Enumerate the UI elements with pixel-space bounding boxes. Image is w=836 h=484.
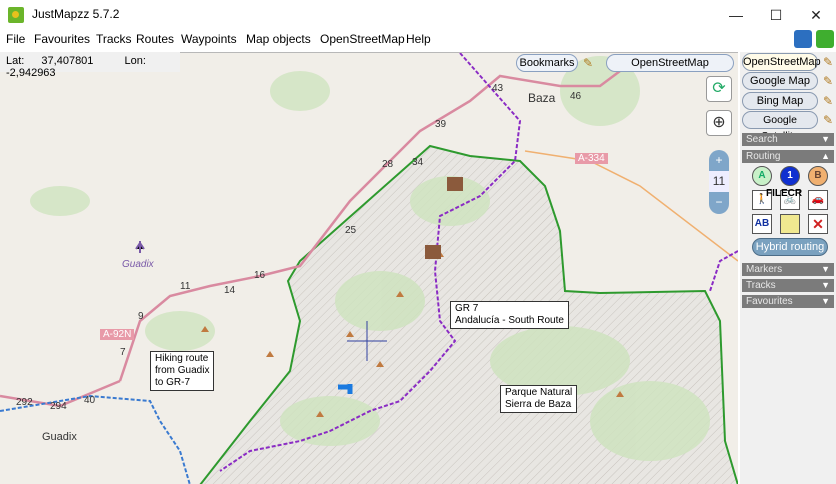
pencil-icon[interactable]: ✎ bbox=[820, 92, 836, 110]
minimize-button[interactable]: — bbox=[716, 4, 756, 26]
menu-map-objects[interactable]: Map objects bbox=[246, 32, 311, 46]
clear-route-icon[interactable]: ✕ bbox=[808, 214, 828, 234]
route-map-icon[interactable] bbox=[780, 214, 800, 234]
pencil-icon[interactable]: ✎ bbox=[820, 72, 836, 90]
road-number: 40 bbox=[84, 395, 96, 406]
callout-line: to GR-7 bbox=[155, 377, 191, 388]
edit-bookmarks-pencil-icon[interactable]: ✎ bbox=[580, 54, 596, 72]
route-start-a-icon[interactable]: A bbox=[752, 166, 772, 186]
pencil-icon[interactable]: ✎ bbox=[820, 53, 836, 71]
map-openstreetmap-button[interactable]: OpenStreetMap bbox=[742, 53, 821, 71]
callout-line: from Guadix bbox=[155, 365, 210, 376]
section-label: Tracks bbox=[746, 280, 776, 291]
close-button[interactable]: ✕ bbox=[796, 4, 836, 26]
chevron-up-icon: ▲ bbox=[821, 151, 830, 161]
map-view[interactable]: Baza Guadix Guadix A-334 A-92N 43 46 39 … bbox=[0, 52, 738, 484]
map-google-button[interactable]: Google Map bbox=[742, 72, 818, 90]
menu-tracks[interactable]: Tracks bbox=[96, 32, 132, 46]
reverse-route-icon[interactable]: AB bbox=[752, 214, 772, 234]
section-markers[interactable]: Markers ▼ bbox=[742, 263, 834, 276]
road-a92n: A-92N bbox=[100, 329, 135, 340]
road-number: 43 bbox=[492, 83, 504, 94]
menu-routes[interactable]: Routes bbox=[136, 32, 174, 46]
road-number: 16 bbox=[254, 270, 266, 281]
section-routing[interactable]: Routing ▲ bbox=[742, 150, 834, 163]
section-favourites[interactable]: Favourites ▼ bbox=[742, 295, 834, 308]
app-logo-icon bbox=[8, 7, 24, 23]
zoom-out-button[interactable]: − bbox=[709, 192, 729, 213]
section-label: Search bbox=[746, 134, 778, 145]
globe-search-icon[interactable]: ⊕ bbox=[706, 110, 732, 136]
place-guadix: Guadix bbox=[42, 431, 77, 443]
road-number: 39 bbox=[435, 119, 447, 130]
car-mode-icon[interactable]: 🚗 bbox=[808, 190, 828, 210]
lon-value: -2,942963 bbox=[6, 67, 56, 79]
callout-line: Andalucía - South Route bbox=[455, 315, 564, 326]
window-title: JustMapzz 5.7.2 bbox=[32, 7, 120, 21]
globe-sync-icon[interactable] bbox=[794, 30, 812, 48]
bookmarks-button[interactable]: Bookmarks bbox=[516, 54, 578, 72]
menu-file[interactable]: File bbox=[6, 32, 25, 46]
coordinate-readout: Lat: 37,407801 Lon: -2,942963 bbox=[0, 52, 180, 79]
zoom-in-button[interactable]: + bbox=[709, 150, 729, 171]
road-number: 25 bbox=[345, 225, 357, 236]
road-number: 14 bbox=[224, 285, 236, 296]
callout-hiking-route[interactable]: Hiking route from Guadix to GR-7 bbox=[150, 351, 215, 391]
callout-line: Parque Natural bbox=[505, 387, 573, 398]
title-bar: JustMapzz 5.7.2 — ☐ ✕ bbox=[0, 0, 836, 30]
menu-bar: File Favourites Tracks Routes Waypoints … bbox=[0, 30, 836, 50]
menu-openstreetmap[interactable]: OpenStreetMap bbox=[320, 32, 405, 46]
road-number: 294 bbox=[50, 401, 67, 412]
chevron-down-icon: ▼ bbox=[821, 264, 830, 274]
watermark: FILECR bbox=[766, 188, 803, 199]
hybrid-routing-button[interactable]: Hybrid routing bbox=[752, 238, 828, 256]
shelter-icon bbox=[447, 177, 463, 191]
menu-favourites[interactable]: Favourites bbox=[34, 32, 90, 46]
callout-line: Sierra de Baza bbox=[505, 399, 572, 410]
section-search[interactable]: Search ▼ bbox=[742, 133, 834, 146]
map-canvas bbox=[0, 53, 738, 484]
hiking-route bbox=[0, 394, 191, 484]
route-end-b-icon[interactable]: B bbox=[808, 166, 828, 186]
road-number: 292 bbox=[16, 397, 33, 408]
refresh-icon[interactable]: ⟳ bbox=[706, 76, 732, 102]
shelter-icon bbox=[425, 245, 441, 259]
maximize-button[interactable]: ☐ bbox=[756, 4, 796, 26]
airport-icon bbox=[135, 241, 145, 253]
callout-line: GR 7 bbox=[455, 303, 479, 314]
chevron-down-icon: ▼ bbox=[821, 280, 830, 290]
road-number: 11 bbox=[180, 281, 191, 292]
lat-value: 37,407801 bbox=[41, 55, 94, 67]
lat-label: Lat: bbox=[6, 55, 25, 67]
section-label: Routing bbox=[746, 151, 781, 162]
map-google-satellite-button[interactable]: Google Satellite bbox=[742, 111, 818, 142]
road-number: 28 bbox=[382, 159, 394, 170]
section-tracks[interactable]: Tracks ▼ bbox=[742, 279, 834, 292]
road-number: 9 bbox=[138, 311, 144, 322]
callout-line: Hiking route bbox=[155, 353, 209, 364]
menu-waypoints[interactable]: Waypoints bbox=[181, 32, 237, 46]
place-baza: Baza bbox=[528, 91, 556, 105]
lon-label: Lon: bbox=[124, 55, 146, 67]
map-bing-button[interactable]: Bing Map bbox=[742, 92, 818, 110]
chevron-down-icon: ▼ bbox=[821, 134, 830, 144]
menu-help[interactable]: Help bbox=[406, 32, 431, 46]
road-a334: A-334 bbox=[575, 153, 608, 164]
map-layer-button[interactable]: OpenStreetMap bbox=[606, 54, 734, 72]
route-waypoint-1-icon[interactable]: 1 bbox=[780, 166, 800, 186]
section-label: Favourites bbox=[746, 296, 793, 307]
zoom-control: + 11 − bbox=[709, 150, 729, 214]
road-number: 46 bbox=[570, 91, 582, 102]
map-tiles-icon[interactable] bbox=[816, 30, 834, 48]
zoom-level: 11 bbox=[709, 171, 729, 192]
chevron-down-icon: ▼ bbox=[821, 296, 830, 306]
pencil-icon[interactable]: ✎ bbox=[820, 111, 836, 129]
callout-gr7[interactable]: GR 7 Andalucía - South Route bbox=[450, 301, 569, 329]
road-number: 7 bbox=[120, 347, 126, 358]
section-label: Markers bbox=[746, 264, 783, 275]
place-guadix-airport: Guadix bbox=[122, 259, 154, 270]
callout-park[interactable]: Parque Natural Sierra de Baza bbox=[500, 385, 578, 413]
road-number: 34 bbox=[412, 157, 424, 168]
side-panel: OpenStreetMap Google Map Bing Map Google… bbox=[740, 52, 836, 484]
